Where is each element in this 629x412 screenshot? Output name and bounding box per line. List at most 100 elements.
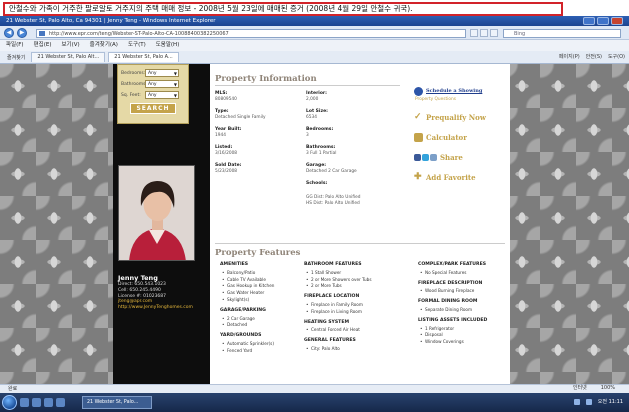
stop-icon[interactable] [480, 29, 488, 37]
menu-edit[interactable]: 편집(E) [34, 40, 52, 51]
screenshot: 안철수와 가족이 거주한 팔로알토 거주지의 주택 매매 정보 - 2008년 … [0, 0, 629, 412]
dropdown-icon[interactable] [490, 29, 498, 37]
quicklaunch-icon[interactable] [32, 398, 41, 407]
tab-1[interactable]: 21 Webster St, Palo Alt... [31, 52, 106, 62]
network-icon[interactable] [573, 398, 580, 405]
car-icon [414, 86, 423, 96]
volume-icon[interactable] [585, 398, 592, 405]
agent-name: Jenny Teng [118, 274, 158, 282]
listing-actions: Schedule a Showing Property Questions ✓ … [414, 86, 506, 192]
page-viewport: Bedrooms: Any Bathrooms: Any Sq. Feet: A… [0, 64, 629, 384]
feature-item: City: Palo Alto [304, 346, 396, 353]
add-favorite-link[interactable]: ✚ Add Favorite [414, 172, 506, 182]
sqft-select[interactable]: Any [145, 91, 179, 99]
feature-item: Central Forced Air Heat [304, 327, 396, 334]
facebook-icon [414, 153, 421, 161]
share-link[interactable]: Share [414, 152, 506, 162]
lot-size-field: Lot Size: 6534 [306, 109, 328, 120]
feature-category: FIREPLACE LOCATION [304, 294, 360, 300]
feature-category: BATHROOM FEATURES [304, 262, 362, 267]
tab-2[interactable]: 21 Webster St, Palo A... [108, 52, 179, 62]
clock: 오전 11:11 [597, 399, 623, 405]
taskbar-window-button[interactable]: 21 Webster St, Palo... [82, 396, 152, 409]
school-district-2: HS Dist: Palo Alto Unified [306, 201, 360, 206]
address-input[interactable]: http://www.epr.com/teng/Webster-ST-Palo-… [36, 29, 466, 38]
tools-menu[interactable]: 도구(O) [608, 53, 625, 60]
feature-item: Balcony/Patio [220, 270, 312, 277]
agent-contact: Jenny Teng Direct: 650.543.1023 Cell: 65… [118, 274, 208, 311]
feature-category: FORMAL DINING ROOM [418, 299, 478, 305]
quicklaunch-icon[interactable] [44, 398, 53, 407]
feature-item: 1 Refrigerator [418, 326, 510, 333]
window-title: 21 Webster St, Palo Alto, Ca 94301 | Jen… [0, 16, 629, 26]
twitter-icon [422, 153, 429, 161]
annotation-caption: 안철수와 가족이 거주한 팔로알토 거주지의 주택 매매 정보 - 2008년 … [3, 2, 563, 16]
tab-bar: 즐겨찾기 21 Webster St, Palo Alt... 21 Webst… [0, 51, 629, 64]
bathrooms-select[interactable]: Any [145, 80, 179, 88]
sold-date-field: Sold Date: 5/23/2008 [215, 163, 242, 174]
system-tray: 오전 11:11 [573, 398, 623, 405]
schools-field: Schools: [306, 181, 328, 186]
menu-bar: 파일(F) 편집(E) 보기(V) 즐겨찾기(A) 도구(T) 도움말(H) [0, 40, 629, 51]
feature-item: 2 or More Showers over Tubs [304, 277, 396, 284]
feature-category: HEATING SYSTEM [304, 319, 350, 325]
search-input[interactable]: Bing [503, 29, 621, 38]
search-button[interactable]: SEARCH [130, 103, 176, 114]
menu-help[interactable]: 도움말(H) [156, 40, 180, 51]
feature-category: AMENITIES [220, 262, 249, 267]
zoom-control[interactable]: 100% [601, 384, 615, 393]
safety-menu[interactable]: 안전(S) [586, 53, 602, 60]
taskbar: 21 Webster St, Palo... [0, 393, 629, 412]
feature-item: Fireplace in Family Room [304, 302, 396, 309]
feature-item: Fenced Yard [220, 348, 312, 355]
page-menu[interactable]: 페이지(P) [559, 53, 580, 60]
agent-website-link[interactable]: http://www.JennyTenghomes.com [118, 305, 208, 311]
back-icon[interactable]: ◀ [4, 27, 14, 38]
close-button[interactable] [611, 17, 623, 25]
start-button[interactable] [2, 395, 17, 410]
property-information-title: Property Information [215, 74, 317, 84]
feature-category: LISTING ASSETS INCLUDED [418, 317, 488, 323]
property-questions-link[interactable]: Property Questions [414, 97, 506, 102]
quicklaunch-icon[interactable] [20, 398, 29, 407]
feature-category: YARD/GROUNDS [220, 333, 262, 339]
forward-icon[interactable]: ▶ [17, 27, 27, 38]
maximize-button[interactable] [597, 17, 609, 25]
school-district-1: GG Dist: Palo Alto Unified [306, 195, 361, 200]
feature-item: 1 Stall Shower [304, 270, 396, 277]
status-bar: 완료 [0, 384, 629, 393]
calculator-link[interactable]: Calculator [414, 132, 506, 142]
schedule-showing-link[interactable]: Schedule a Showing [414, 86, 506, 96]
divider [215, 85, 400, 86]
quicklaunch-icon[interactable] [56, 398, 65, 407]
feature-item: Disposal [418, 332, 510, 339]
mls-field: MLS: 80809540 [215, 91, 237, 102]
feature-item: Detached [220, 322, 312, 329]
bedrooms-label: Bedrooms: [121, 70, 146, 76]
type-field: Type: Detached Single Family [215, 109, 266, 120]
menu-tools[interactable]: 도구(T) [128, 40, 146, 51]
feature-item: Automatic Sprinkler(s) [220, 341, 312, 348]
page-icon [39, 31, 45, 36]
bedrooms-select[interactable]: Any [145, 69, 179, 77]
divider [215, 243, 505, 244]
menu-file[interactable]: 파일(F) [6, 40, 24, 51]
minimize-button[interactable] [583, 17, 595, 25]
feature-category: FIREPLACE DESCRIPTION [418, 280, 483, 286]
feature-item: Gas Water Heater [220, 290, 312, 297]
bathrooms-field: Bathrooms: 3 Full 1 Partial [306, 145, 337, 156]
feature-item: Wood Burning Fireplace [418, 288, 510, 295]
feature-category: GENERAL FEATURES [304, 338, 356, 344]
command-bar: 페이지(P) 안전(S) 도구(O) [559, 53, 625, 60]
menu-view[interactable]: 보기(V) [61, 40, 79, 51]
refresh-icon[interactable] [470, 29, 478, 37]
prequalify-link[interactable]: ✓ Prequalify Now [414, 112, 506, 122]
garage-field: Garage: Detached 2 Car Garage [306, 163, 357, 174]
window-controls [583, 16, 623, 26]
checkmark-icon: ✓ [414, 111, 422, 122]
plus-icon: ✚ [414, 171, 422, 182]
favorites-button[interactable]: 즐겨찾기 [4, 54, 28, 61]
agent-photo [118, 165, 195, 261]
zone-indicator: 인터넷 [572, 385, 587, 391]
menu-favorites[interactable]: 즐겨찾기(A) [90, 40, 118, 51]
